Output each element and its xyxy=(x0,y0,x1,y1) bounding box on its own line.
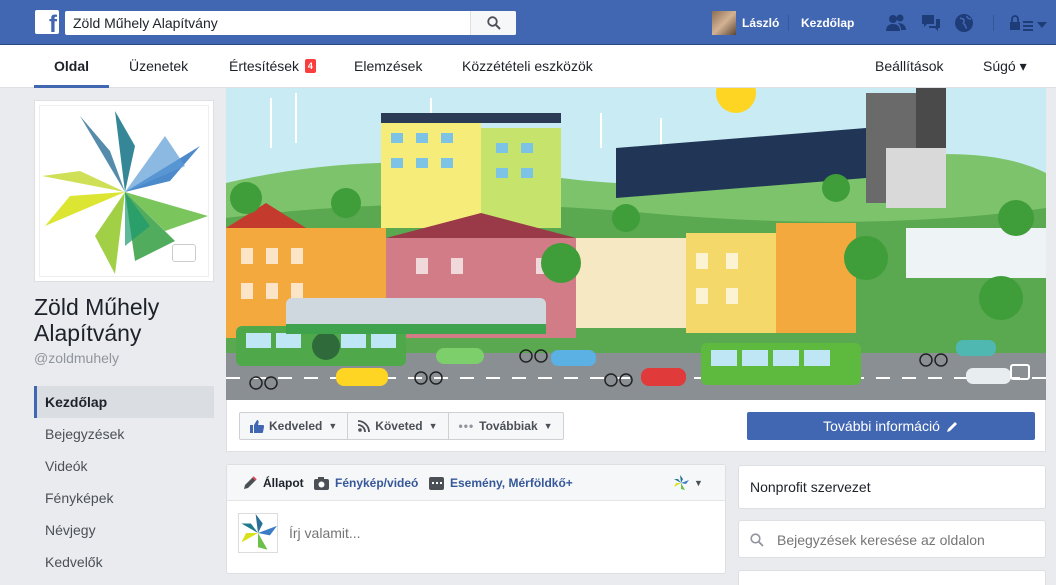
sidebar-item-about[interactable]: Névjegy xyxy=(34,514,214,546)
post-composer: Állapot Fénykép/videó Esemény, Mérföldkő… xyxy=(226,464,726,574)
friend-requests-icon[interactable] xyxy=(885,12,907,34)
thumbs-up-icon xyxy=(250,419,264,433)
notification-badge: 4 xyxy=(304,59,316,73)
search-button[interactable] xyxy=(470,11,516,35)
page-title: Zöld Műhely Alapítvány xyxy=(34,294,160,346)
page-buttons-group: Kedveled ▼ Követed ▼ ••• Továbbiak ▼ xyxy=(239,412,564,440)
ellipsis-icon: ••• xyxy=(458,419,475,433)
sidebar-item-videos[interactable]: Videók xyxy=(34,450,214,482)
avatar xyxy=(712,11,736,35)
tab-label: Esemény, Mérföldkő+ xyxy=(450,476,573,490)
avatar xyxy=(238,513,278,553)
tab-event-milestone[interactable]: Esemény, Mérföldkő+ xyxy=(429,465,573,501)
pencil-icon xyxy=(946,421,957,432)
sidebar-item-home[interactable]: Kezdőlap xyxy=(34,386,214,418)
search-box xyxy=(65,11,516,35)
page-sidebar-nav: Kezdőlap Bejegyzések Videók Fényképek Né… xyxy=(34,386,214,578)
tab-publishing-tools[interactable]: Közzétételi eszközök xyxy=(462,45,593,88)
search-input[interactable] xyxy=(65,11,470,35)
privacy-lock-icon[interactable] xyxy=(1008,12,1048,34)
post-as-page-selector[interactable]: ▼ xyxy=(673,465,703,501)
page-category: Nonprofit szervezet xyxy=(738,465,1046,509)
tab-label: Fénykép/videó xyxy=(335,476,419,490)
search-icon xyxy=(486,16,501,30)
composer-tabs: Állapot Fénykép/videó Esemény, Mérföldkő… xyxy=(227,465,725,501)
top-navigation-bar: f László Kezdőlap xyxy=(0,0,1056,45)
chevron-down-icon: ▼ xyxy=(543,421,553,431)
follow-button[interactable]: Követed ▼ xyxy=(348,413,449,439)
tab-label: Üzenetek xyxy=(129,58,189,74)
more-label: Továbbiak xyxy=(479,419,538,433)
composer-body xyxy=(227,501,725,573)
cover-photo-green-city-illustration[interactable] xyxy=(226,88,1046,400)
profile-link[interactable]: László xyxy=(712,11,779,35)
pencil-icon xyxy=(244,476,257,489)
tab-notifications[interactable]: Értesítések 4 xyxy=(229,45,316,88)
tab-insights[interactable]: Elemzések xyxy=(354,45,422,88)
composer-text-input[interactable] xyxy=(289,521,709,545)
facebook-logo-icon[interactable]: f xyxy=(35,10,59,34)
chevron-down-icon: ▼ xyxy=(428,421,438,431)
like-button[interactable]: Kedveled ▼ xyxy=(240,413,349,439)
camera-icon[interactable] xyxy=(1010,364,1030,380)
right-column-card xyxy=(738,570,1046,585)
sidebar-item-photos[interactable]: Fényképek xyxy=(34,482,214,514)
pinwheel-logo-icon xyxy=(674,475,689,490)
user-name: László xyxy=(742,16,780,30)
profile-picture-pinwheel-logo[interactable] xyxy=(39,105,209,277)
follow-label: Követed xyxy=(375,419,423,433)
like-label: Kedveled xyxy=(269,419,323,433)
tab-status[interactable]: Állapot xyxy=(243,465,304,501)
nav-divider xyxy=(993,15,994,31)
camera-icon xyxy=(314,476,329,490)
more-button[interactable]: ••• Továbbiak ▼ xyxy=(449,413,563,439)
tab-messages[interactable]: Üzenetek xyxy=(129,45,188,88)
chevron-down-icon: ▼ xyxy=(328,421,338,431)
sidebar-item-likes[interactable]: Kedvelők xyxy=(34,546,214,578)
tab-page[interactable]: Oldal xyxy=(34,45,110,88)
more-info-label: További információ xyxy=(823,418,940,434)
home-link[interactable]: Kezdőlap xyxy=(801,16,854,30)
help-menu[interactable]: Súgó ▾ xyxy=(983,45,1027,88)
notifications-globe-icon[interactable] xyxy=(953,12,975,34)
messages-icon[interactable] xyxy=(920,12,942,34)
rss-follow-icon xyxy=(358,420,371,432)
profile-picture-frame xyxy=(34,100,214,282)
page-post-search xyxy=(738,520,1046,558)
page-admin-tabs: Oldal Üzenetek Értesítések 4 Elemzések K… xyxy=(0,45,1056,88)
tab-label: Oldal xyxy=(54,58,90,74)
tab-label: Állapot xyxy=(263,476,304,490)
page-action-bar: Kedveled ▼ Követed ▼ ••• Továbbiak ▼ Tov… xyxy=(226,400,1046,452)
tab-settings[interactable]: Beállítások xyxy=(875,45,943,88)
search-icon xyxy=(750,533,764,547)
more-info-button[interactable]: További információ xyxy=(747,412,1035,440)
chevron-down-icon: ▼ xyxy=(694,478,703,488)
tab-label: Elemzések xyxy=(354,58,423,74)
page-search-input[interactable] xyxy=(777,528,1037,552)
tab-label: Közzétételi eszközök xyxy=(462,58,593,74)
nav-divider xyxy=(788,15,789,31)
page-username[interactable]: @zoldmuhely xyxy=(34,350,119,366)
calendar-icon xyxy=(429,476,444,490)
tab-photo-video[interactable]: Fénykép/videó xyxy=(314,465,418,501)
sidebar-item-posts[interactable]: Bejegyzések xyxy=(34,418,214,450)
camera-icon[interactable] xyxy=(172,244,196,262)
tab-label: Értesítések xyxy=(229,58,300,74)
